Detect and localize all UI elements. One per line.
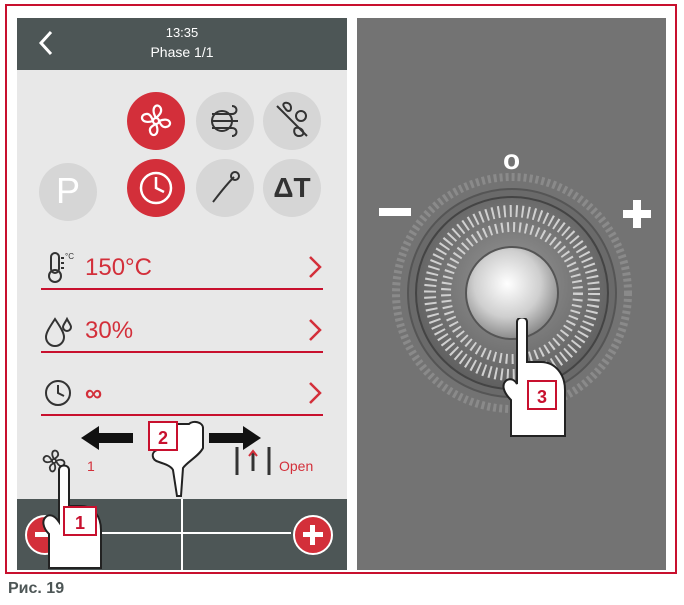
step-badge-3: 3: [527, 380, 557, 410]
chevron-right-icon[interactable]: [307, 378, 323, 408]
step-badge-1: 1: [63, 506, 97, 536]
timer-mode-button[interactable]: [127, 159, 185, 217]
time-value: ∞: [85, 380, 103, 407]
svg-text:°C: °C: [65, 252, 74, 261]
plus-icon-vertical: [633, 200, 641, 228]
delta-t-mode-button[interactable]: ΔT: [263, 159, 321, 217]
temperature-value: 150°C: [85, 254, 152, 281]
hand-press-icon: [502, 318, 566, 437]
humidity-row[interactable]: 30%: [41, 307, 323, 353]
valve-status: Open: [279, 458, 314, 474]
fan-off-icon: [276, 101, 308, 138]
chevron-right-icon[interactable]: [307, 252, 323, 282]
oven-touch-screen: 13:35 Phase 1/1 P ΔT °C 150°C 30% ∞ 1 Op…: [17, 18, 347, 570]
steam-fan-mode-button[interactable]: [196, 92, 254, 150]
slider-handle[interactable]: [181, 499, 183, 570]
screen-header: 13:35 Phase 1/1: [17, 18, 347, 70]
control-knob-panel: o 3: [357, 18, 666, 570]
thermometer-icon: °C: [48, 252, 74, 283]
increase-button[interactable]: [293, 515, 333, 555]
chevron-right-icon[interactable]: [307, 315, 323, 345]
program-label: P: [55, 170, 80, 211]
core-probe-icon: [212, 171, 240, 203]
phase-indicator: Phase 1/1: [150, 44, 214, 60]
clock-time: 13:35: [165, 25, 199, 40]
row-divider: [41, 288, 323, 290]
plus-icon-v: [310, 525, 315, 545]
fan-mode-button[interactable]: [127, 92, 185, 150]
fan-icon: [140, 104, 172, 137]
humidity-icon: [44, 316, 73, 347]
arrow-left-icon: [81, 426, 133, 450]
figure-caption: Рис. 19: [8, 580, 65, 597]
program-button[interactable]: P: [39, 163, 97, 221]
fan-off-mode-button[interactable]: [263, 92, 321, 150]
timer-icon: [45, 380, 71, 406]
delta-t-label: ΔT: [273, 172, 311, 203]
knob-zero-label: o: [502, 144, 521, 175]
row-divider: [41, 351, 323, 353]
temperature-row[interactable]: °C 150°C: [41, 244, 323, 290]
step-badge-2: 2: [148, 421, 178, 451]
humidity-value: 30%: [85, 317, 134, 344]
clock-icon: [139, 171, 173, 205]
probe-mode-button[interactable]: [196, 159, 254, 217]
steam-air-icon: [211, 105, 238, 137]
